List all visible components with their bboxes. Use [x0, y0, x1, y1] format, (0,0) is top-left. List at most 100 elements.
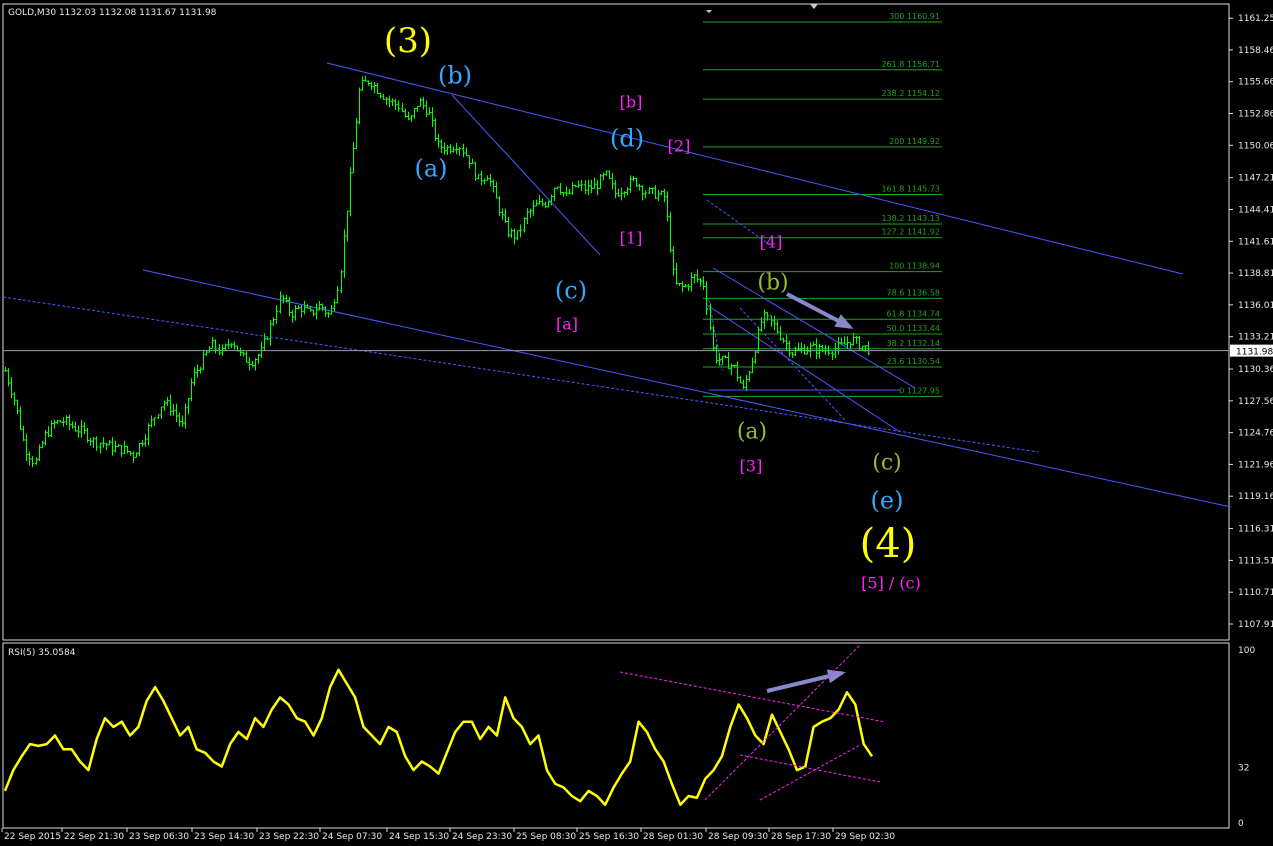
fib-level-label: 238.2 1154.12	[881, 89, 940, 98]
x-tick-label: 24 Sep 15:30	[389, 832, 449, 842]
chart-svg: 300 1160.91 261.8 1156.71 238.2 1154.12 200…	[0, 0, 1273, 842]
fib-level-label: 100 1138.94	[889, 262, 940, 271]
fib-level-price: 1127.95	[907, 386, 940, 395]
fib-level-ratio: 50.0	[887, 324, 905, 333]
y-tick-label: 1150.06	[1238, 141, 1273, 151]
y-tick-label: 1161.25	[1238, 14, 1273, 24]
y-tick-label: 1155.66	[1238, 78, 1273, 88]
fib-level-price: 1134.74	[907, 309, 940, 318]
y-tick-label: 1158.46	[1238, 46, 1273, 56]
wave-label: (b)	[438, 61, 472, 89]
chart-root: 300 1160.91 261.8 1156.71 238.2 1154.12 200…	[0, 0, 1273, 842]
fib-level-price: 1130.54	[907, 357, 940, 366]
y-tick-label: 1113.51	[1238, 556, 1273, 566]
y-tick-label: 1130.36	[1238, 365, 1273, 375]
y-tick-label: 1133.21	[1238, 333, 1273, 343]
fib-level-ratio: 23.6	[887, 357, 905, 366]
wave-label: [b]	[620, 93, 643, 112]
fib-level-price: 1133.44	[907, 324, 940, 333]
fib-level-price: 1145.73	[907, 184, 940, 193]
x-tick-label: 25 Sep 08:30	[516, 832, 576, 842]
wave-label: (c)	[555, 276, 587, 304]
x-tick-label: 29 Sep 02:30	[835, 832, 895, 842]
x-tick-label: 24 Sep 23:30	[452, 832, 512, 842]
y-tick-label: 1127.56	[1238, 397, 1273, 407]
wave-label: (e)	[871, 486, 904, 514]
fib-level-ratio: 78.6	[887, 288, 905, 297]
wave-label: (a)	[414, 154, 447, 182]
wave-label: (d)	[610, 124, 644, 152]
fib-level-ratio: 100	[889, 262, 904, 271]
current-price-label: 1131.98	[1236, 348, 1273, 358]
y-tick-label: 1110.71	[1238, 588, 1273, 598]
fib-level-label: 50.0 1133.44	[887, 324, 940, 333]
rsi-y-tick-label: 0	[1238, 819, 1244, 829]
fib-level-label: 161.8 1145.73	[881, 184, 940, 193]
fib-level-ratio: 127.2	[881, 228, 904, 237]
fib-level-label: 0 1127.95	[899, 386, 940, 395]
x-tick-label: 23 Sep 22:30	[259, 832, 319, 842]
chart-title: GOLD,M30 1132.03 1132.08 1131.67 1131.98	[8, 8, 217, 18]
wave-label: [a]	[556, 315, 578, 334]
fib-level-price: 1132.14	[907, 339, 940, 348]
fib-level-label: 127.2 1141.92	[881, 228, 940, 237]
x-tick-label: 28 Sep 17:30	[771, 832, 831, 842]
fib-level-price: 1138.94	[907, 262, 940, 271]
fib-level-ratio: 200	[889, 137, 904, 146]
fib-level-label: 261.8 1156.71	[881, 60, 940, 69]
y-tick-label: 1152.86	[1238, 109, 1273, 119]
wave-label: [2]	[668, 137, 691, 156]
fib-level-ratio: 300	[889, 12, 904, 21]
y-tick-label: 1121.96	[1238, 460, 1273, 470]
wave-label: (c)	[872, 451, 902, 476]
wave-label: [1]	[620, 229, 643, 248]
fib-level-price: 1141.92	[907, 228, 940, 237]
y-tick-label: 1141.61	[1238, 237, 1273, 247]
y-tick-label: 1119.16	[1238, 492, 1273, 502]
fib-level-price: 1156.71	[907, 60, 940, 69]
x-tick-label: 22 Sep 2015	[4, 832, 61, 842]
fib-level-price: 1154.12	[907, 89, 940, 98]
wave-label: (b)	[757, 271, 788, 296]
y-tick-label: 1107.91	[1238, 620, 1273, 630]
y-tick-label: 1116.31	[1238, 525, 1273, 535]
wave-label: [3]	[740, 457, 763, 476]
fib-level-label: 23.6 1130.54	[887, 357, 940, 366]
fib-level-ratio: 238.2	[881, 89, 904, 98]
rsi-y-tick-label: 32	[1238, 764, 1249, 774]
x-tick-label: 28 Sep 09:30	[708, 832, 768, 842]
fib-level-price: 1160.91	[907, 12, 940, 21]
rsi-title: RSI(5) 35.0584	[8, 648, 76, 658]
rsi-y-tick-label: 100	[1238, 646, 1255, 656]
fib-level-price: 1136.58	[907, 288, 940, 297]
wave-label: (a)	[737, 420, 767, 445]
y-tick-label: 1136.01	[1238, 301, 1273, 311]
wave-label: (3)	[384, 21, 432, 61]
fib-level-ratio: 138.2	[881, 214, 904, 223]
wave-label: [5] / (c)	[861, 574, 921, 593]
fib-level-label: 200 1149.92	[889, 137, 940, 146]
y-tick-label: 1144.41	[1238, 205, 1273, 215]
y-tick-label: 1147.21	[1238, 174, 1273, 184]
fib-level-price: 1143.13	[907, 214, 940, 223]
y-tick-label: 1138.81	[1238, 269, 1273, 279]
wave-label: (4)	[860, 521, 917, 567]
y-tick-label: 1124.76	[1238, 429, 1273, 439]
x-tick-label: 25 Sep 16:30	[579, 832, 639, 842]
x-tick-label: 23 Sep 06:30	[129, 832, 189, 842]
fib-level-label: 61.8 1134.74	[887, 309, 940, 318]
x-tick-label: 23 Sep 14:30	[194, 832, 254, 842]
fib-level-label: 38.2 1132.14	[887, 339, 940, 348]
fib-level-ratio: 161.8	[881, 184, 904, 193]
x-tick-label: 22 Sep 21:30	[64, 832, 124, 842]
wave-label: [4]	[760, 233, 783, 252]
fib-level-label: 300 1160.91	[889, 12, 940, 21]
fib-level-label: 138.2 1143.13	[881, 214, 940, 223]
fib-level-ratio: 261.8	[881, 60, 904, 69]
x-tick-label: 24 Sep 07:30	[322, 832, 382, 842]
x-tick-label: 28 Sep 01:30	[643, 832, 703, 842]
fib-level-label: 78.6 1136.58	[887, 288, 940, 297]
fib-level-ratio: 61.8	[887, 309, 905, 318]
fib-level-ratio: 38.2	[887, 339, 905, 348]
fib-level-price: 1149.92	[907, 137, 940, 146]
